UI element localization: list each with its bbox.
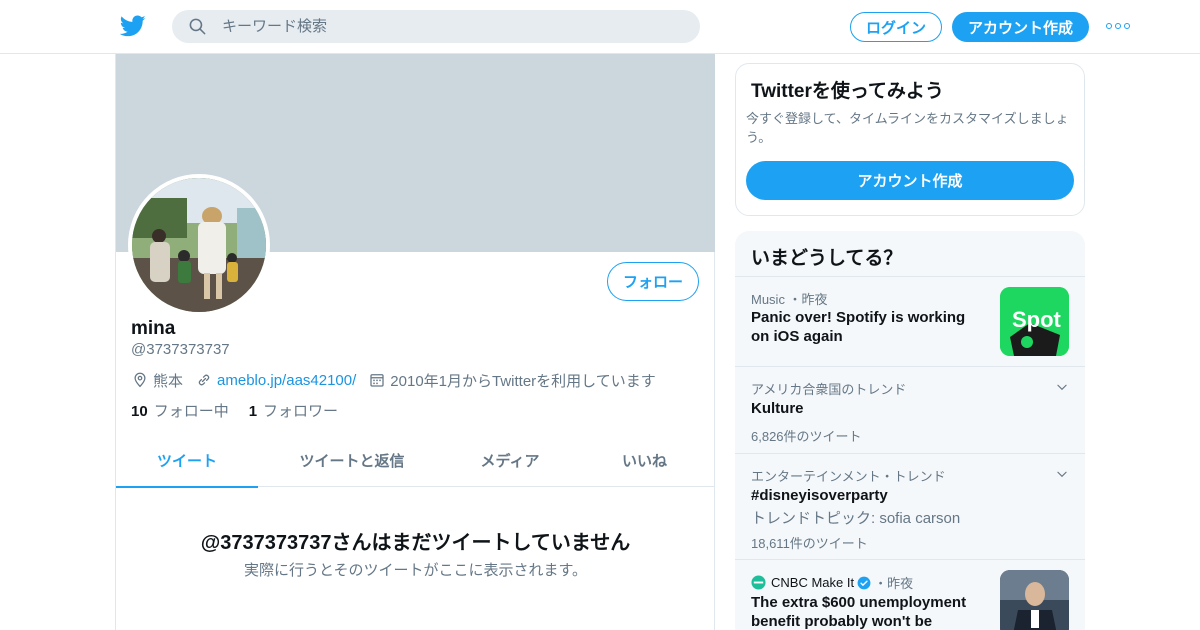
profile-name: mina bbox=[131, 318, 176, 339]
tab-tweets-and-replies[interactable]: ツイートと返信 bbox=[258, 434, 446, 487]
follow-button[interactable]: フォロー bbox=[607, 262, 699, 301]
profile-handle: @3737373737 bbox=[131, 341, 230, 358]
news-thumbnail bbox=[1000, 570, 1069, 630]
news-time: ・昨夜 bbox=[874, 576, 914, 591]
website-link[interactable]: ameblo.jp/aas42100/ bbox=[217, 372, 356, 389]
promo-text: 今すぐ登録して、タイムラインをカスタマイズしましょう。 bbox=[746, 111, 1069, 145]
location-item: 熊本 bbox=[131, 370, 183, 391]
website-item[interactable]: ameblo.jp/aas42100/ bbox=[195, 371, 356, 389]
followers-count: 1 bbox=[248, 403, 258, 420]
trend-context: エンターテインメント・トレンド bbox=[751, 469, 946, 484]
trend-item[interactable]: アメリカ合衆国のトレンド Kulture 6,826件のツイート bbox=[735, 366, 1085, 453]
thumb-text: Spot bbox=[1012, 307, 1062, 332]
tab-tweets[interactable]: ツイート bbox=[116, 434, 258, 488]
trend-count: 18,611件のツイート bbox=[751, 536, 868, 551]
trend-title: Kulture bbox=[751, 400, 804, 417]
twitter-bird-icon[interactable] bbox=[120, 13, 146, 39]
chevron-down-icon[interactable] bbox=[1055, 467, 1069, 481]
profile-column: フォロー mina @3737373737 熊本 ameblo.jp/aas42… bbox=[115, 54, 715, 630]
location-text: 熊本 bbox=[153, 372, 184, 390]
spotify-thumbnail: Spot bbox=[1000, 287, 1069, 356]
search-input[interactable] bbox=[222, 10, 682, 43]
more-options-icon[interactable] bbox=[1106, 21, 1130, 31]
news-source: CNBC Make It ・昨夜 bbox=[751, 573, 913, 592]
trend-item[interactable]: CNBC Make It ・昨夜 The extra $600 unemploy… bbox=[735, 559, 1085, 630]
verified-badge-icon bbox=[857, 576, 871, 589]
signup-promo-card: Twitterを使ってみよう 今すぐ登録して、タイムラインをカスタマイズしましょ… bbox=[735, 63, 1085, 216]
search-icon bbox=[189, 18, 206, 35]
follow-stats: 10 フォロー中 1 フォロワー bbox=[131, 400, 338, 421]
followers-stat[interactable]: 1 フォロワー bbox=[249, 400, 338, 421]
create-account-button[interactable]: アカウント作成 bbox=[746, 161, 1074, 200]
trend-title: #disneyisoverparty bbox=[751, 487, 888, 504]
tab-likes[interactable]: いいね bbox=[574, 434, 715, 487]
trend-title: The extra $600 unemployment benefit prob… bbox=[751, 594, 967, 630]
avatar-photo bbox=[132, 178, 266, 312]
news-source-name: CNBC Make It bbox=[771, 575, 855, 590]
chevron-down-icon[interactable] bbox=[1055, 380, 1069, 394]
profile-meta: 熊本 ameblo.jp/aas42100/ 2010年1月からTwitterを… bbox=[131, 369, 668, 391]
empty-state-title: @3737373737さんはまだツイートしていません bbox=[200, 532, 631, 554]
avatar[interactable] bbox=[128, 174, 270, 316]
location-pin-icon bbox=[134, 372, 146, 388]
joined-text: 2010年1月からTwitterを利用しています bbox=[390, 372, 656, 390]
signup-button[interactable]: アカウント作成 bbox=[952, 12, 1089, 42]
link-icon bbox=[198, 374, 210, 386]
empty-state-subtitle: 実際に行うとそのツイートがここに表示されます。 bbox=[243, 562, 588, 579]
top-navigation-bar: ログイン アカウント作成 bbox=[0, 0, 1200, 54]
trend-context: アメリカ合衆国のトレンド bbox=[751, 382, 907, 397]
following-stat[interactable]: 10 フォロー中 bbox=[131, 400, 229, 421]
trends-title: いまどうしてる？ bbox=[751, 248, 903, 269]
login-button[interactable]: ログイン bbox=[850, 12, 942, 42]
promo-title: Twitterを使ってみよう bbox=[751, 81, 944, 102]
cnbc-logo-icon bbox=[751, 575, 766, 590]
trend-title: Panic over! Spotify is working on iOS ag… bbox=[751, 309, 966, 345]
profile-tabs: ツイート ツイートと返信 メディア いいね bbox=[116, 434, 715, 488]
following-count: 10 bbox=[131, 403, 148, 420]
following-label: フォロー中 bbox=[153, 403, 229, 420]
calendar-icon bbox=[370, 374, 384, 387]
search-box[interactable] bbox=[172, 10, 700, 43]
trend-item[interactable]: エンターテインメント・トレンド #disneyisoverparty トレンドト… bbox=[735, 453, 1085, 559]
joined-item: 2010年1月からTwitterを利用しています bbox=[368, 370, 656, 391]
followers-label: フォロワー bbox=[263, 403, 339, 420]
tab-media[interactable]: メディア bbox=[446, 434, 574, 487]
trend-subtitle: トレンドトピック: sofia carson bbox=[751, 510, 961, 527]
trends-panel: いまどうしてる？ Music ・昨夜 Panic over! Spotify i… bbox=[735, 231, 1085, 630]
trend-context: Music ・昨夜 bbox=[751, 292, 828, 307]
trend-item[interactable]: Music ・昨夜 Panic over! Spotify is working… bbox=[735, 276, 1085, 366]
trend-count: 6,826件のツイート bbox=[751, 429, 862, 444]
